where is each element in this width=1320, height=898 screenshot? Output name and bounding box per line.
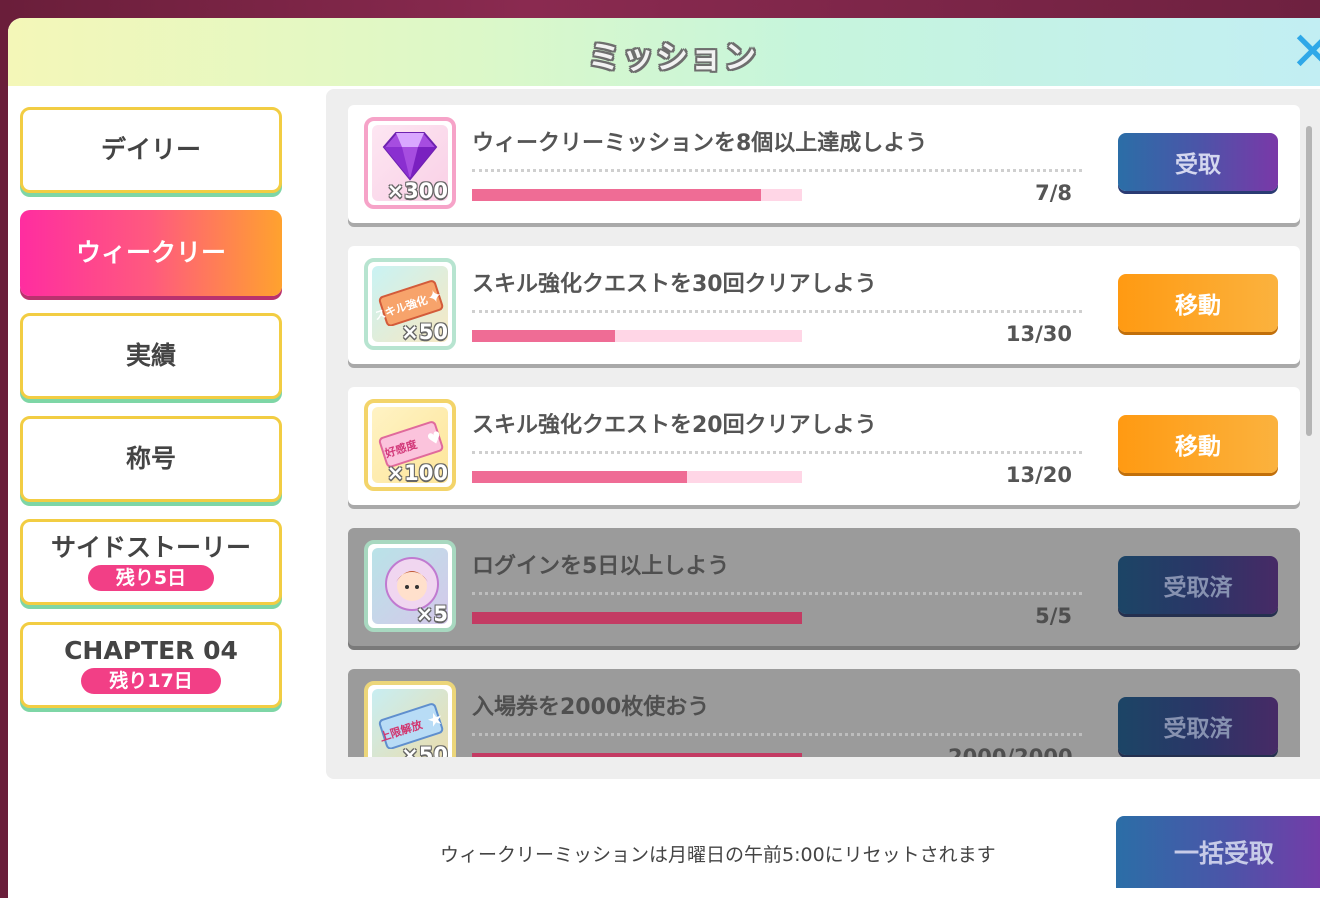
divider — [472, 451, 1082, 454]
mission-list[interactable]: ×300 ウィークリーミッションを8個以上達成しよう 7/8 受取 スキル強化 … — [348, 105, 1300, 757]
mission-title: スキル強化クエストを30回クリアしよう — [472, 272, 877, 297]
mission-row: 上限解放 ★ ×50 入場券を2000枚使おう 2000/2000 受取済 — [348, 669, 1300, 757]
divider — [472, 733, 1082, 736]
progress-bar — [472, 330, 802, 342]
list-scrollbar[interactable] — [1306, 126, 1312, 436]
reset-note: ウィークリーミッションは月曜日の午前5:00にリセットされます — [440, 844, 996, 866]
progress-fill — [472, 330, 615, 342]
claimed-button[interactable]: 受取済 — [1118, 697, 1278, 755]
mission-list-panel: ×300 ウィークリーミッションを8個以上達成しよう 7/8 受取 スキル強化 … — [326, 89, 1320, 779]
tab-label: CHAPTER 04 — [64, 636, 238, 665]
tab-chapter[interactable]: CHAPTER 04 残り17日 — [20, 622, 282, 708]
modal-title: ミッション — [587, 38, 758, 76]
reward-item[interactable]: スキル強化 ✦ ×50 — [364, 258, 456, 350]
claimed-button[interactable]: 受取済 — [1118, 556, 1278, 614]
progress-bar — [472, 612, 802, 624]
gem-icon — [382, 132, 438, 181]
reward-quantity: ×50 — [401, 320, 448, 344]
progress-bar — [472, 471, 802, 483]
tab-label: 実績 — [125, 341, 176, 370]
divider — [472, 310, 1082, 313]
progress-count: 2000/2000 — [948, 745, 1073, 757]
mission-title: ウィークリーミッションを8個以上達成しよう — [472, 131, 928, 156]
tab-label: ウィークリー — [75, 238, 226, 267]
progress-count: 7/8 — [1035, 181, 1072, 205]
close-icon[interactable]: ✕ — [1290, 25, 1320, 79]
mission-title: 入場券を2000枚使おう — [472, 695, 710, 720]
remaining-days-badge: 残り17日 — [81, 668, 221, 694]
progress-count: 13/20 — [1005, 463, 1072, 487]
remaining-days-badge: 残り5日 — [87, 565, 215, 591]
tab-label: 称号 — [125, 444, 176, 473]
mission-title: ログインを5日以上しよう — [472, 554, 730, 579]
tab-weekly[interactable]: ウィークリー — [20, 210, 282, 296]
tab-label: サイドストーリー — [50, 533, 251, 562]
reward-quantity: ×100 — [386, 461, 448, 485]
tab-daily[interactable]: デイリー — [20, 107, 282, 193]
reward-item[interactable]: 上限解放 ★ ×50 — [364, 681, 456, 757]
go-button[interactable]: 移動 — [1118, 274, 1278, 332]
tab-achievements[interactable]: 実績 — [20, 313, 282, 399]
mission-row: ×300 ウィークリーミッションを8個以上達成しよう 7/8 受取 — [348, 105, 1300, 223]
mission-row: ×5 ログインを5日以上しよう 5/5 受取済 — [348, 528, 1300, 646]
mission-title: スキル強化クエストを20回クリアしよう — [472, 413, 877, 438]
progress-bar — [472, 189, 802, 201]
reward-quantity: ×300 — [386, 179, 448, 203]
claim-all-button[interactable]: 一括受取 — [1116, 816, 1320, 888]
mission-row: スキル強化 ✦ ×50 スキル強化クエストを30回クリアしよう 13/30 移動 — [348, 246, 1300, 364]
modal-header: ミッション ✕ — [8, 18, 1320, 86]
tab-titles[interactable]: 称号 — [20, 416, 282, 502]
progress-fill — [472, 471, 687, 483]
go-button[interactable]: 移動 — [1118, 415, 1278, 473]
reward-item[interactable]: ×5 — [364, 540, 456, 632]
divider — [472, 592, 1082, 595]
progress-fill — [472, 612, 802, 624]
reward-quantity: ×50 — [401, 743, 448, 757]
reward-quantity: ×5 — [415, 602, 448, 626]
reward-item[interactable]: 好感度 ♥ ×100 — [364, 399, 456, 491]
divider — [472, 169, 1082, 172]
progress-fill — [472, 753, 802, 757]
tab-side-story[interactable]: サイドストーリー 残り5日 — [20, 519, 282, 605]
claim-button[interactable]: 受取 — [1118, 133, 1278, 191]
progress-bar — [472, 753, 802, 757]
progress-count: 13/30 — [1005, 322, 1072, 346]
mission-row: 好感度 ♥ ×100 スキル強化クエストを20回クリアしよう 13/20 移動 — [348, 387, 1300, 505]
progress-fill — [472, 189, 761, 201]
reward-item[interactable]: ×300 — [364, 117, 456, 209]
tab-label: デイリー — [100, 135, 201, 164]
progress-count: 5/5 — [1035, 604, 1072, 628]
